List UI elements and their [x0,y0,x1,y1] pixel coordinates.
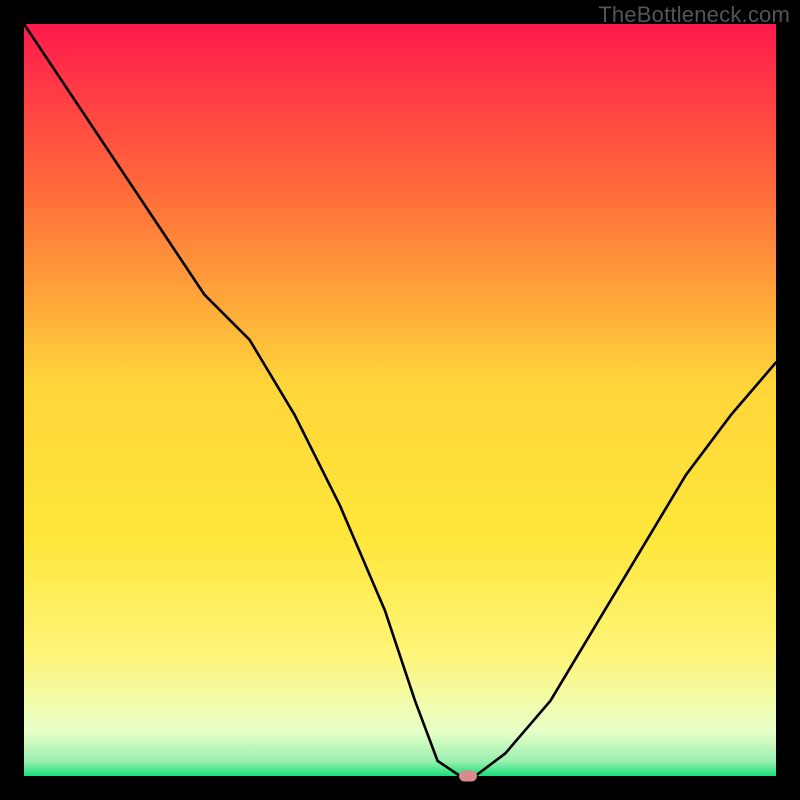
plot-area [24,24,776,776]
optimal-point-marker [459,771,477,782]
chart-frame: TheBottleneck.com [0,0,800,800]
plot-svg [24,24,776,776]
gradient-background [24,24,776,776]
